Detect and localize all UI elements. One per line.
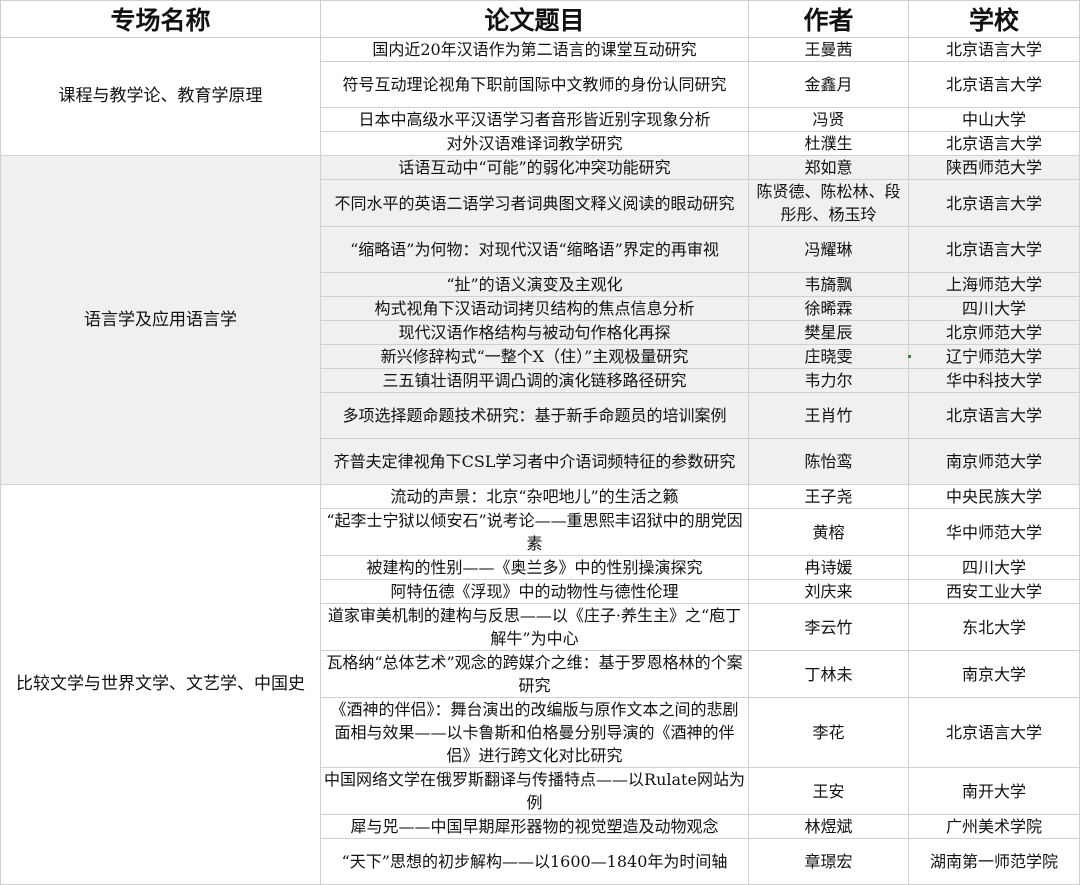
paper-school: 辽宁师范大学 [908,344,1080,369]
paper-school: 上海师范大学 [908,272,1080,297]
cell-marker [908,355,911,358]
paper-title: 瓦格纳“总体艺术”观念的跨媒介之维：基于罗恩格林的个案研究 [320,650,749,698]
paper-author: 陈怡鸾 [748,438,909,485]
paper-author: 徐晞霖 [748,296,909,321]
paper-title: 犀与兕——中国早期犀形器物的视觉塑造及动物观念 [320,814,749,839]
paper-title: 不同水平的英语二语学习者词典图文释义阅读的眼动研究 [320,179,749,227]
paper-school: 北京语言大学 [908,226,1080,273]
paper-school: 四川大学 [908,296,1080,321]
table-row: 课程与教学论、教育学原理 国内近20年汉语作为第二语言的课堂互动研究 王曼茜 北京语言… [0,37,1080,156]
session-name: 语言学及应用语言学 [0,155,321,485]
paper-school: 华中科技大学 [908,368,1080,393]
paper-title: 三五镇壮语阴平调凸调的演化链移路径研究 [320,368,749,393]
paper-title: 阿特伍德《浮现》中的动物性与德性伦理 [320,579,749,604]
paper-title: 齐普夫定律视角下CSL学习者中介语词频特征的参数研究 [320,438,749,485]
paper-author: 王曼茜 [748,37,909,62]
paper-title: 现代汉语作格结构与被动句作格化再探 [320,320,749,345]
paper-school: 北京师范大学 [908,320,1080,345]
paper-title: 新兴修辞构式“一整个X（住）”主观极量研究 [320,344,749,369]
paper-author: 李花 [748,697,909,768]
paper-author: 郑如意 [748,155,909,180]
paper-title: 国内近20年汉语作为第二语言的课堂互动研究 [320,37,749,62]
paper-author: 王子尧 [748,484,909,509]
session-name: 课程与教学论、教育学原理 [0,37,321,156]
paper-author: 李云竹 [748,603,909,651]
paper-title: 构式视角下汉语动词拷贝结构的焦点信息分析 [320,296,749,321]
paper-title: “天下”思想的初步解构——以1600—1840年为时间轴 [320,838,749,885]
table-row: 语言学及应用语言学 话语互动中“可能”的弱化冲突功能研究 郑如意 陕西师范大学 [0,155,1080,485]
paper-school: 陕西师范大学 [908,155,1080,180]
paper-title: 话语互动中“可能”的弱化冲突功能研究 [320,155,749,180]
paper-school: 华中师范大学 [908,508,1080,556]
paper-author: 黄榕 [748,508,909,556]
paper-school: 湖南第一师范学院 [908,838,1080,885]
paper-author: 冉诗媛 [748,555,909,580]
table-body: 课程与教学论、教育学原理 国内近20年汉语作为第二语言的课堂互动研究 王曼茜 北京语言… [0,37,1080,885]
paper-author: 王安 [748,767,909,815]
paper-title: 符号互动理论视角下职前国际中文教师的身份认同研究 [320,61,749,108]
paper-title: “起李士宁狱以倾安石”说考论——重思熙丰诏狱中的朋党因素 [320,508,749,556]
paper-author: 王肖竹 [748,392,909,439]
paper-title: 多项选择题命题技术研究：基于新手命题员的培训案例 [320,392,749,439]
paper-school: 南京师范大学 [908,438,1080,485]
paper-school: 北京语言大学 [908,37,1080,62]
paper-school: 北京语言大学 [908,392,1080,439]
paper-school: 东北大学 [908,603,1080,651]
paper-author: 韦旖飘 [748,272,909,297]
paper-school: 四川大学 [908,555,1080,580]
paper-title: 流动的声景：北京“杂吧地儿”的生活之籁 [320,484,749,509]
paper-author: 丁林未 [748,650,909,698]
paper-author: 韦力尔 [748,368,909,393]
paper-title: 《酒神的伴侣》：舞台演出的改编版与原作文本之间的悲剧面相与效果——以卡鲁斯和伯格… [320,697,749,768]
paper-table: 专场名称 论文题目 作者 学校 课程与教学论、教育学原理 国内近20年汉语作为第二… [0,0,1080,885]
paper-school: 北京语言大学 [908,131,1080,156]
header-author: 作者 [748,0,909,38]
paper-school: 广州美术学院 [908,814,1080,839]
paper-school: 中山大学 [908,107,1080,132]
paper-school: 南京大学 [908,650,1080,698]
header-school: 学校 [908,0,1080,38]
header-session: 专场名称 [0,0,321,38]
paper-title: 中国网络文学在俄罗斯翻译与传播特点——以Rulate网站为例 [320,767,749,815]
paper-school: 西安工业大学 [908,579,1080,604]
paper-author: 章璟宏 [748,838,909,885]
paper-title: 对外汉语难译词教学研究 [320,131,749,156]
paper-title: 被建构的性别——《奥兰多》中的性别操演探究 [320,555,749,580]
paper-author: 冯贤 [748,107,909,132]
paper-school: 北京语言大学 [908,697,1080,768]
paper-author: 庄晓雯 [748,344,909,369]
paper-title: “扯”的语义演变及主观化 [320,272,749,297]
paper-school: 北京语言大学 [908,179,1080,227]
header-row: 专场名称 论文题目 作者 学校 [0,0,1080,38]
paper-author: 冯耀琳 [748,226,909,273]
paper-title: “缩略语”为何物：对现代汉语“缩略语”界定的再审视 [320,226,749,273]
paper-author: 林煜斌 [748,814,909,839]
paper-author: 樊星辰 [748,320,909,345]
paper-school: 南开大学 [908,767,1080,815]
paper-author: 杜濮生 [748,131,909,156]
paper-author: 金鑫月 [748,61,909,108]
paper-author: 陈贤德、陈松林、段彤彤、杨玉玲 [748,179,909,227]
header-title: 论文题目 [320,0,749,38]
table-row: 比较文学与世界文学、文艺学、中国史 流动的声景：北京“杂吧地儿”的生活之籁 王子尧中… [0,484,1080,885]
paper-title: 日本中高级水平汉语学习者音形皆近别字现象分析 [320,107,749,132]
paper-author: 刘庆来 [748,579,909,604]
paper-school: 北京语言大学 [908,61,1080,108]
paper-title: 道家审美机制的建构与反思——以《庄子·养生主》之“庖丁解牛”为中心 [320,603,749,651]
session-name: 比较文学与世界文学、文艺学、中国史 [0,484,321,885]
paper-school: 中央民族大学 [908,484,1080,509]
